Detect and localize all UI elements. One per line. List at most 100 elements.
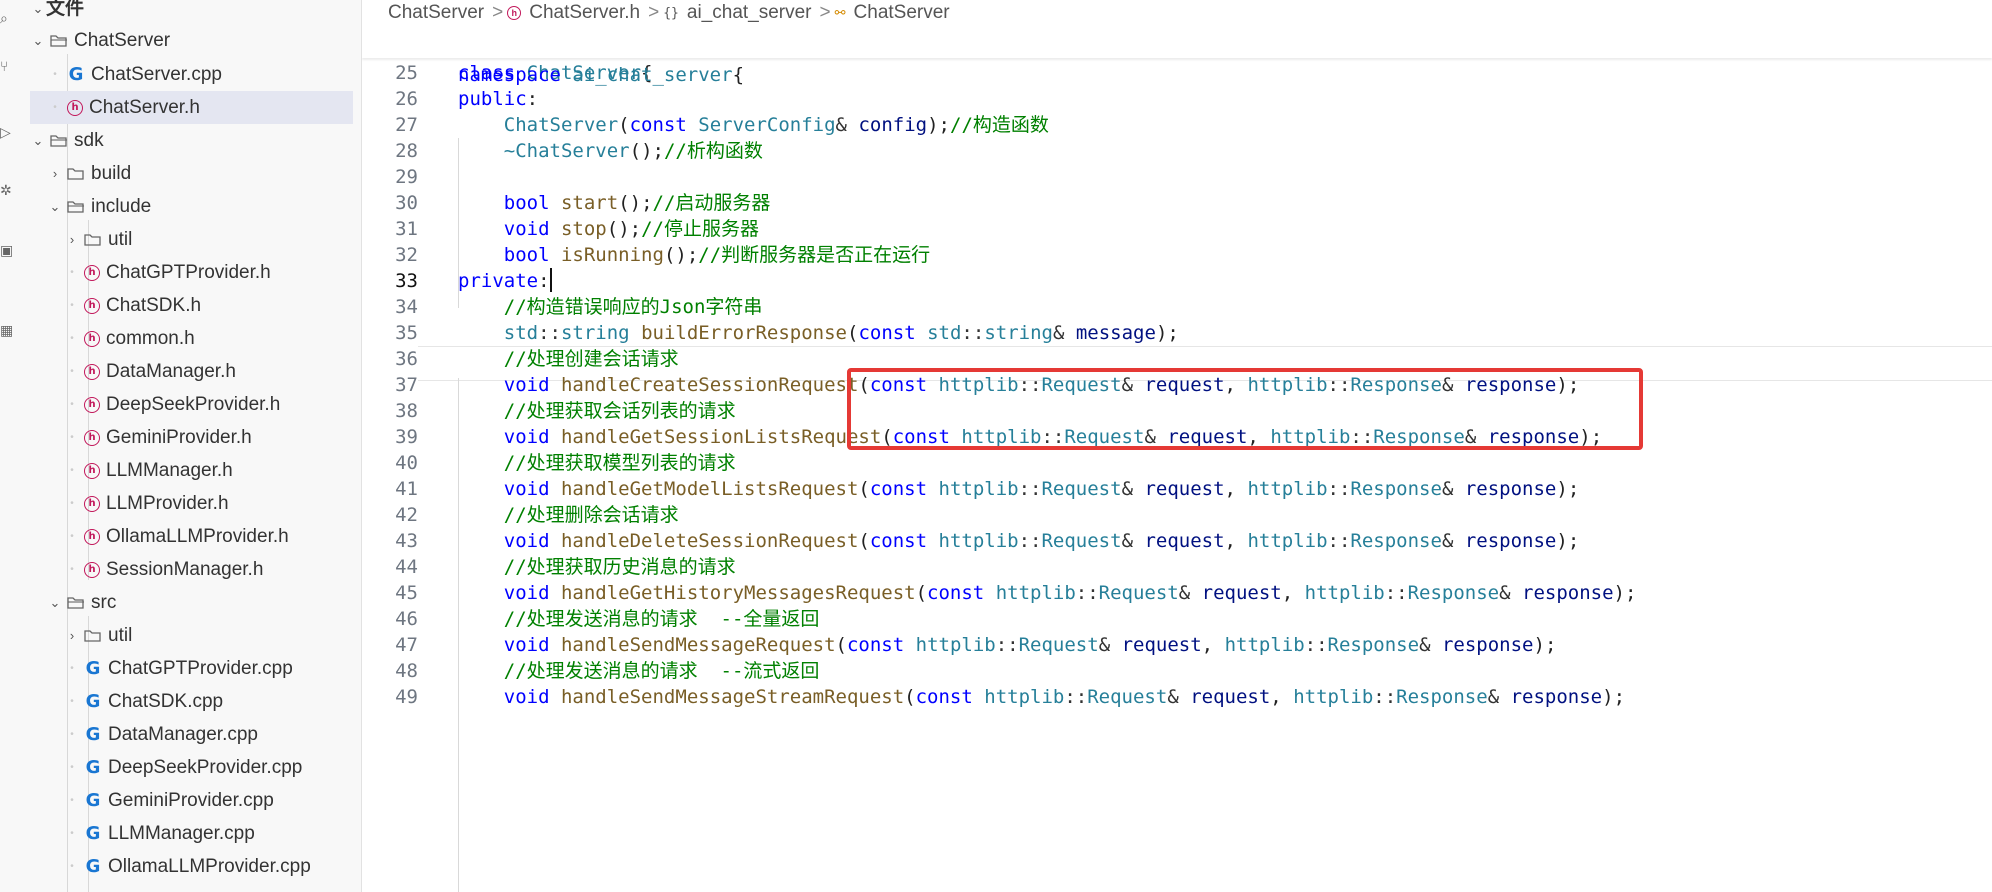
folder-open-icon [50,34,68,48]
tree-bullet: • [53,69,57,80]
file-item[interactable]: • h ChatSDK.h [30,289,353,322]
line-code: bool start();//启动服务器 [503,192,771,214]
code-line[interactable]: 28 ~ChatServer();//析构函数 [362,138,1992,164]
file-item[interactable]: • G DeepSeekProvider.cpp [30,751,353,784]
header-file-icon: h [84,330,100,347]
tree-bullet: • [70,795,74,806]
file-item[interactable]: • h LLMManager.h [30,454,353,487]
header-file-icon: h [84,363,100,380]
code-line[interactable]: 42 //处理删除会话请求 [362,502,1992,528]
remote-explorer-icon[interactable]: ▣ [0,242,14,258]
folder-item[interactable]: › build [30,157,353,190]
code-line[interactable]: 49 void handleSendMessageStreamRequest(c… [362,684,1992,710]
code-line[interactable]: 31 void stop();//停止服务器 [362,216,1992,242]
folder-item[interactable]: ⌄ sdk [30,124,353,157]
tree-item-label: OllamaLLMProvider.cpp [108,856,311,877]
chevron-down-icon: ⌄ [49,594,61,610]
chevron-down-icon: ⌄ [32,0,44,16]
tree-bullet: • [70,432,74,443]
tree-bullet: • [70,861,74,872]
search-icon[interactable]: ⌕ [0,10,14,26]
sticky-scroll-header[interactable]: namespace ai_chat_server{ [362,26,1992,86]
file-item[interactable]: • G GeminiProvider.cpp [30,784,353,817]
tree-item-label: sdk [74,130,104,151]
code-line[interactable]: 34 //构造错误响应的Json字符串 [362,294,1992,320]
code-line[interactable]: 44 //处理获取历史消息的请求 [362,554,1992,580]
code-line[interactable]: 35 std::string buildErrorResponse(const … [362,320,1992,346]
tree-bullet: • [70,267,74,278]
line-code: ~ChatServer();//析构函数 [503,140,763,162]
chevron-right-icon: › [52,166,58,181]
sticky-line[interactable]: namespace ai_chat_server{ [362,26,1992,86]
file-item[interactable]: • G ChatServer.cpp [30,58,353,91]
file-item[interactable]: • h DataManager.h [30,355,353,388]
code-line[interactable]: 29 [362,164,1992,190]
line-number: 33 [395,270,418,292]
file-item[interactable]: • G LLMManager.cpp [30,817,353,850]
tree-bullet: • [70,366,74,377]
code-line[interactable]: 32 bool isRunning();//判断服务器是否正在运行 [362,242,1992,268]
code-line[interactable]: 47 void handleSendMessageRequest(const h… [362,632,1992,658]
line-code: //处理删除会话请求 [503,504,679,526]
explorer-section-header[interactable]: ⌄ 文件 [30,0,353,25]
file-item[interactable]: • G ChatGPTProvider.cpp [30,652,353,685]
debug-icon[interactable]: ✲ [0,182,14,198]
folder-open-icon [50,134,68,148]
tree-item-label: src [91,592,117,613]
line-code: void handleGetModelListsRequest(const ht… [503,478,1580,500]
file-item[interactable]: • h DeepSeekProvider.h [30,388,353,421]
code-line[interactable]: 40 //处理获取模型列表的请求 [362,450,1992,476]
tree-item-label: build [91,163,132,184]
tree-item-label: include [91,196,152,217]
file-item[interactable]: • h GeminiProvider.h [30,421,353,454]
tree-bullet: • [70,729,74,740]
code-line[interactable]: 46 //处理发送消息的请求 --全量返回 [362,606,1992,632]
file-item[interactable]: • h OllamaLLMProvider.h [30,520,353,553]
code-line[interactable]: 33 private: [362,268,1992,294]
file-item[interactable]: • G DataManager.cpp [30,718,353,751]
activity-bar: ⌕ ⑂ ▷ ✲ ▣ ▦ [0,0,14,892]
cpp-file-icon: G [85,823,101,844]
folder-item[interactable]: › util [30,619,353,652]
run-debug-icon[interactable]: ▷ [0,124,14,140]
file-item[interactable]: • G ChatSDK.cpp [30,685,353,718]
code-line[interactable]: 30 bool start();//启动服务器 [362,190,1992,216]
file-item[interactable]: • h LLMProvider.h [30,487,353,520]
code-line[interactable]: 48 //处理发送消息的请求 --流式返回 [362,658,1992,684]
tree-item-label: common.h [106,328,195,349]
breadcrumb-namespace[interactable]: ai_chat_server [687,2,812,24]
folder-item[interactable]: ⌄ include [30,190,353,223]
line-number: 31 [395,218,418,240]
breadcrumb-folder[interactable]: ChatServer [388,2,484,24]
folder-item[interactable]: › util [30,223,353,256]
line-code: private: [458,268,552,292]
code-line[interactable]: 27 ChatServer(const ServerConfig& config… [362,112,1992,138]
line-code: //处理获取历史消息的请求 [503,556,736,578]
breadcrumb-symbol[interactable]: ChatServer [854,2,950,24]
line-number: 42 [395,504,418,526]
tree-item-label: ChatGPTProvider.h [106,262,271,283]
header-file-icon: h [84,429,100,446]
folder-item[interactable]: ⌄ src [30,586,353,619]
folder-item[interactable]: ⌄ ChatServer [30,24,353,57]
code-editor[interactable]: ChatServer > h ChatServer.h > {} ai_chat… [362,0,1992,892]
source-control-icon[interactable]: ⑂ [0,58,14,74]
tree-bullet: • [53,102,57,113]
breadcrumb-separator: > [819,2,831,23]
folder-icon [84,233,102,247]
file-item[interactable]: • h ChatGPTProvider.h [30,256,353,289]
line-number: 30 [395,192,418,214]
line-code: //处理获取模型列表的请求 [503,452,736,474]
tree-item-label: LLMManager.h [106,460,233,481]
breadcrumb-file[interactable]: ChatServer.h [529,2,640,24]
file-item[interactable]: • h SessionManager.h [30,553,353,586]
file-item[interactable]: • h ChatServer.h [30,91,353,124]
folder-icon [84,629,102,643]
file-item[interactable]: • h common.h [30,322,353,355]
code-line[interactable]: 45 void handleGetHistoryMessagesRequest(… [362,580,1992,606]
tree-bullet: • [70,696,74,707]
code-line[interactable]: 43 void handleDeleteSessionRequest(const… [362,528,1992,554]
file-item[interactable]: • G OllamaLLMProvider.cpp [30,850,353,883]
extensions-icon[interactable]: ▦ [0,322,14,338]
code-line[interactable]: 41 void handleGetModelListsRequest(const… [362,476,1992,502]
